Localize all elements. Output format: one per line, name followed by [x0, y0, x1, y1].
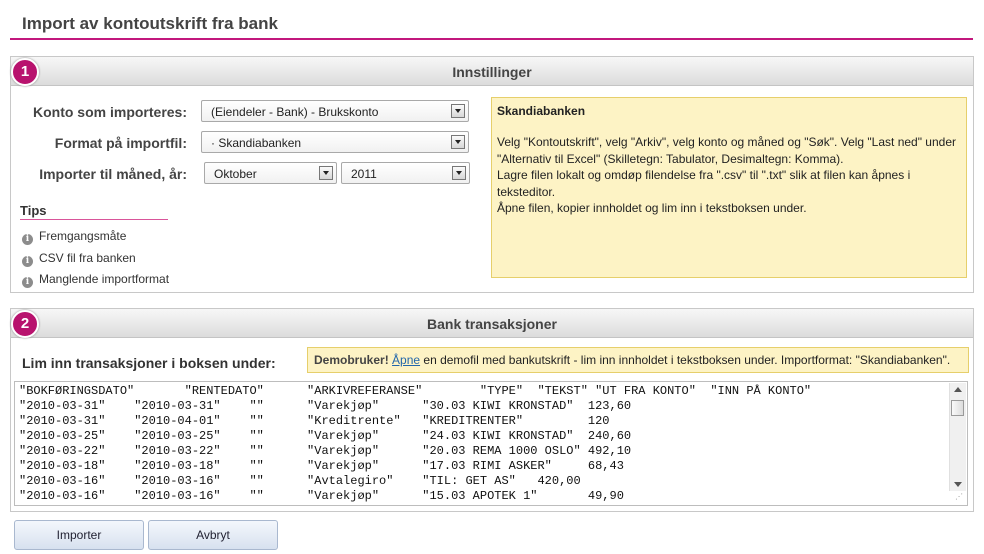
import-button[interactable]: Importer: [14, 520, 144, 550]
tips-title: Tips: [20, 203, 47, 218]
transactions-title: Bank transaksjoner: [427, 316, 557, 332]
account-select[interactable]: (Eiendeler - Bank) - Brukskonto: [201, 100, 469, 122]
settings-panel-header: 1 Innstillinger: [11, 57, 973, 86]
paste-label: Lim inn transaksjoner i boksen under:: [22, 355, 276, 371]
demo-bold-text: Demobruker!: [314, 353, 389, 367]
transactions-textarea[interactable]: "BOKFØRINGSDATO" "RENTEDATO" "ARKIVREFER…: [14, 381, 968, 506]
transactions-panel: 2 Bank transaksjoner Lim inn transaksjon…: [10, 308, 974, 512]
transactions-panel-header: 2 Bank transaksjoner: [11, 309, 973, 338]
instruction-line: Lagre filen lokalt og omdøp filendelse f…: [497, 168, 911, 199]
instruction-line: Velg "Kontoutskrift", velg "Arkiv", velg…: [497, 135, 956, 166]
demo-text: en demofil med bankutskrift - lim inn in…: [420, 353, 951, 367]
chevron-down-icon[interactable]: [319, 166, 333, 180]
format-select[interactable]: · Skandiabanken: [201, 131, 469, 153]
account-label: Konto som importeres:: [32, 104, 187, 120]
chevron-down-icon[interactable]: [451, 104, 465, 118]
format-label: Format på importfil:: [54, 135, 187, 151]
scroll-down-icon[interactable]: [954, 482, 962, 487]
format-select-value: · Skandiabanken: [211, 136, 302, 150]
month-year-label: Importer til måned, år:: [39, 166, 187, 182]
transactions-content[interactable]: "BOKFØRINGSDATO" "RENTEDATO" "ARKIVREFER…: [15, 382, 967, 505]
tip-label[interactable]: Manglende importformat: [39, 272, 169, 286]
year-select-value: 2011: [351, 167, 377, 181]
bank-name: Skandiabanken: [497, 104, 586, 118]
account-select-value: (Eiendeler - Bank) - Brukskonto: [211, 105, 379, 119]
vertical-scrollbar[interactable]: [949, 383, 966, 491]
settings-title: Innstillinger: [452, 64, 532, 80]
resize-grip-icon[interactable]: ⋰: [955, 493, 965, 503]
info-icon: i: [22, 256, 33, 267]
cancel-button[interactable]: Avbryt: [148, 520, 278, 550]
title-divider: [10, 38, 973, 40]
scrollbar-thumb[interactable]: [951, 400, 964, 416]
info-icon: i: [22, 234, 33, 245]
chevron-down-icon[interactable]: [452, 166, 466, 180]
info-icon: i: [22, 277, 33, 288]
tips-divider: [20, 219, 168, 220]
month-select-value: Oktober: [214, 167, 257, 181]
bank-instructions-box: Skandiabanken Velg "Kontoutskrift", velg…: [491, 97, 967, 278]
scroll-up-icon[interactable]: [954, 387, 962, 392]
chevron-down-icon[interactable]: [451, 135, 465, 149]
tip-label[interactable]: Fremgangsmåte: [39, 229, 126, 243]
demo-notice: Demobruker! Åpne en demofil med bankutsk…: [307, 347, 969, 373]
page-title: Import av kontoutskrift fra bank: [22, 14, 278, 33]
tip-label[interactable]: CSV fil fra banken: [39, 251, 136, 265]
tip-item[interactable]: i CSV fil fra banken: [22, 251, 136, 267]
open-demo-link[interactable]: Åpne: [392, 353, 420, 367]
tip-item[interactable]: i Fremgangsmåte: [22, 229, 126, 245]
month-select[interactable]: Oktober: [204, 162, 337, 184]
settings-panel: 1 Innstillinger Konto som importeres: (E…: [10, 56, 974, 293]
instruction-line: Åpne filen, kopier innholdet og lim inn …: [497, 201, 807, 215]
tip-item[interactable]: i Manglende importformat: [22, 272, 169, 288]
year-select[interactable]: 2011: [341, 162, 470, 184]
